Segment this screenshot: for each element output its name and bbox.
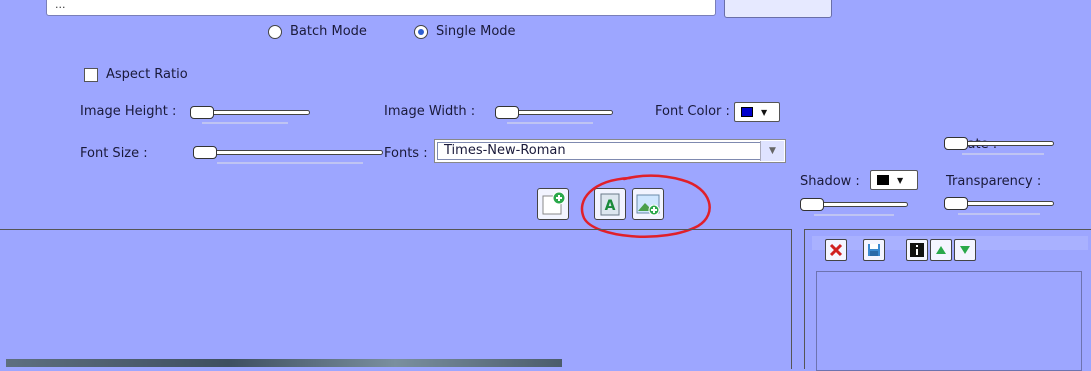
single-mode-radio-dot[interactable] bbox=[414, 24, 428, 39]
add-image-button[interactable] bbox=[537, 188, 569, 220]
aspect-ratio-box[interactable] bbox=[84, 67, 98, 82]
font-color-dropdown[interactable]: ▼ bbox=[734, 102, 780, 122]
move-up-icon bbox=[936, 246, 946, 254]
move-down-button[interactable] bbox=[954, 239, 976, 261]
single-mode-label: Single Mode bbox=[436, 24, 516, 39]
font-size-thumb[interactable] bbox=[193, 146, 217, 159]
file-path-value: ... bbox=[55, 0, 66, 11]
batch-mode-radio[interactable]: Batch Mode bbox=[268, 24, 367, 39]
browse-button[interactable] bbox=[724, 0, 832, 18]
transparency-slider[interactable] bbox=[944, 197, 1054, 215]
shadow-label: Shadow : bbox=[800, 174, 860, 189]
aspect-ratio-label: Aspect Ratio bbox=[106, 67, 188, 82]
shadow-color-dropdown[interactable]: ▼ bbox=[870, 170, 918, 190]
font-size-slider[interactable] bbox=[193, 146, 383, 164]
chevron-down-icon: ▼ bbox=[897, 175, 904, 185]
aspect-ratio-checkbox[interactable]: Aspect Ratio bbox=[84, 67, 188, 82]
image-width-slider[interactable] bbox=[495, 106, 613, 124]
font-color-swatch bbox=[741, 107, 753, 117]
delete-icon bbox=[829, 243, 843, 257]
move-down-icon bbox=[960, 246, 970, 254]
image-height-thumb[interactable] bbox=[190, 106, 214, 119]
rotate-thumb[interactable] bbox=[944, 137, 968, 150]
file-path-input[interactable]: ... bbox=[46, 0, 716, 16]
info-button[interactable] bbox=[906, 239, 928, 261]
fonts-value: Times-New-Roman bbox=[437, 142, 763, 160]
image-height-slider[interactable] bbox=[190, 106, 310, 124]
shadow-slider-underline bbox=[814, 214, 894, 216]
watermark-listbox[interactable] bbox=[816, 271, 1082, 371]
fonts-label: Fonts : bbox=[384, 146, 428, 161]
chevron-down-icon[interactable]: ▼ bbox=[760, 141, 784, 161]
font-color-label: Font Color : bbox=[655, 104, 730, 119]
delete-button[interactable] bbox=[825, 239, 847, 261]
image-height-shadow bbox=[202, 122, 288, 124]
rotate-slider[interactable] bbox=[944, 137, 1054, 155]
single-mode-radio[interactable]: Single Mode bbox=[414, 24, 516, 39]
chevron-down-icon: ▼ bbox=[761, 107, 768, 117]
preview-image bbox=[6, 359, 562, 367]
shadow-slider[interactable] bbox=[800, 198, 908, 216]
image-width-label: Image Width : bbox=[384, 104, 476, 119]
font-size-shadow bbox=[217, 162, 363, 164]
batch-mode-label: Batch Mode bbox=[290, 24, 367, 39]
shadow-thumb[interactable] bbox=[800, 198, 824, 211]
info-icon bbox=[910, 243, 924, 257]
transparency-thumb[interactable] bbox=[944, 197, 968, 210]
shadow-color-swatch bbox=[877, 175, 889, 185]
fonts-combobox[interactable]: Times-New-Roman ▼ bbox=[434, 139, 786, 163]
transparency-label: Transparency : bbox=[946, 174, 1042, 189]
rotate-shadow bbox=[962, 153, 1044, 155]
font-size-label: Font Size : bbox=[80, 146, 148, 161]
font-size-track bbox=[193, 150, 383, 155]
batch-mode-radio-dot[interactable] bbox=[268, 24, 282, 39]
image-width-shadow bbox=[507, 122, 593, 124]
move-up-button[interactable] bbox=[930, 239, 952, 261]
preview-panel bbox=[0, 229, 792, 369]
image-width-thumb[interactable] bbox=[495, 106, 519, 119]
transparency-shadow bbox=[958, 213, 1040, 215]
image-height-label: Image Height : bbox=[80, 104, 177, 119]
save-button[interactable] bbox=[863, 239, 885, 261]
add-image-icon bbox=[542, 191, 566, 215]
save-icon bbox=[868, 244, 880, 256]
